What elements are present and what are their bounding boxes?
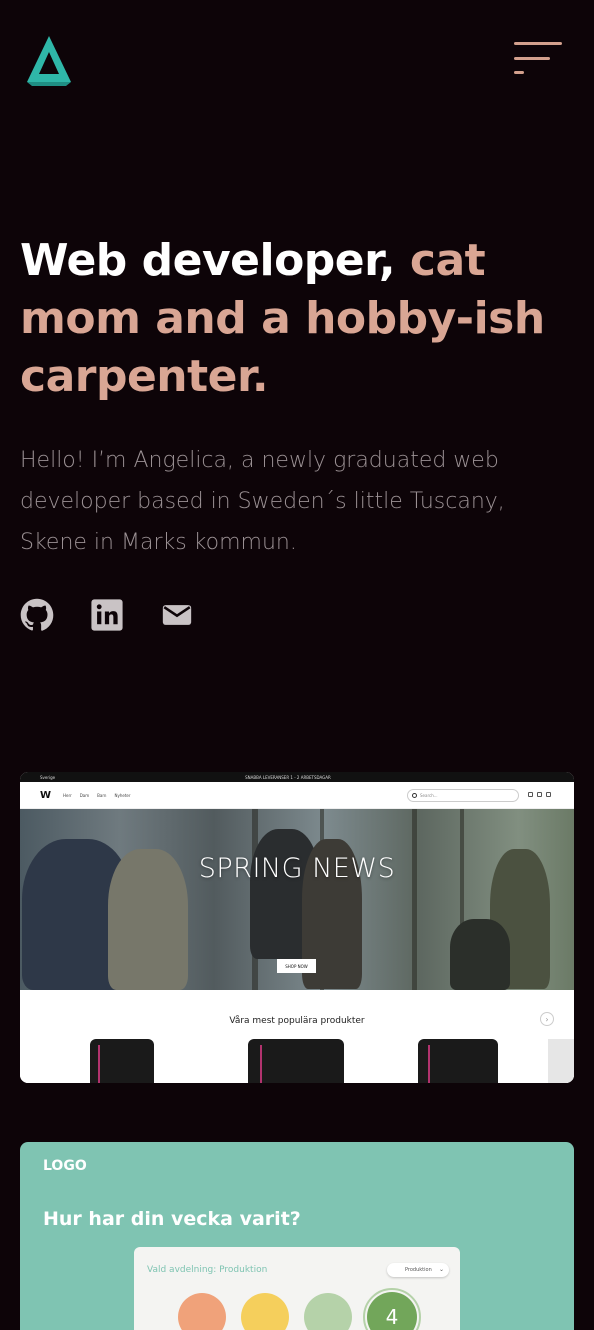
product-thumbnail-partial [548,1039,574,1083]
rating-option-orange[interactable] [178,1293,226,1330]
user-icon [537,792,542,797]
github-icon[interactable] [20,598,54,632]
intro-text: Hello! I’m Angelica, a newly graduated w… [20,448,505,555]
product-stripe [259,1045,262,1083]
rating-option-yellow[interactable] [241,1293,289,1330]
webshop-nav-link: Dam [79,792,90,798]
headline-white: Web developer, [20,235,410,286]
webshop-search: Search... [407,789,519,802]
product-stripe [97,1045,100,1083]
product-thumbnail[interactable] [90,1039,154,1083]
tree-trunk [412,809,417,990]
rating-option-lightgreen[interactable] [304,1293,352,1330]
chevron-right-icon[interactable]: › [540,1012,554,1026]
search-icon [412,793,417,798]
linkedin-icon[interactable] [90,598,124,632]
hamburger-menu-icon[interactable] [514,40,564,78]
logo-icon[interactable] [26,34,72,86]
project-card-mood-app[interactable]: LOGO Hur har din vecka varit? Vald avdel… [20,1142,574,1330]
webshop-language: Sverige [40,774,56,780]
backpack-figure [450,919,510,990]
mood-app-logo: LOGO [43,1158,87,1174]
webshop-nav-link: Herr [63,792,72,798]
webshop-hero-image: SPRING NEWS SHOP NOW [20,809,574,990]
webshop-nav-link: Barn [97,792,107,798]
cart-icon [546,792,551,797]
webshop-search-placeholder: Search... [420,793,438,798]
webshop-header-icons [528,792,551,797]
product-stripe [427,1045,430,1083]
webshop-topbar: Sverige SNABBA LEVERANSER 1 - 2 ARBETSDA… [20,772,574,782]
heart-icon [528,792,533,797]
webshop-hero-title: SPRING NEWS [198,853,396,884]
mail-icon[interactable] [160,598,194,632]
product-thumbnail[interactable] [248,1039,344,1083]
mood-app-question: Hur har din vecka varit? [43,1208,301,1230]
mood-app-panel: Vald avdelning: Produktion Produktion ⌄ … [134,1247,460,1330]
webshop-nav-links: Herr Dam Barn Nyheter [63,793,130,798]
page-headline: Web developer, cat mom and a hobby-ish c… [20,232,580,406]
project-card-webshop[interactable]: Sverige SNABBA LEVERANSER 1 - 2 ARBETSDA… [20,772,574,1083]
webshop-nav: W Herr Dam Barn Nyheter Search... [20,782,574,809]
product-thumbnail[interactable] [418,1039,498,1083]
shop-now-button[interactable]: SHOP NOW [277,959,316,973]
department-select[interactable]: Produktion ⌄ [387,1263,449,1277]
webshop-products: Våra mest populära produkter › [20,990,574,1083]
webshop-brand-logo: W [40,789,52,801]
webshop-promo: SNABBA LEVERANSER 1 - 2 ARBETSDAGAR [245,774,331,780]
products-title: Våra mest populära produkter [229,1016,365,1026]
chevron-down-icon: ⌄ [439,1266,445,1273]
department-label: Vald avdelning: Produktion [147,1265,268,1275]
webshop-nav-link: Nyheter [114,792,131,798]
department-select-value: Produktion [405,1267,432,1273]
